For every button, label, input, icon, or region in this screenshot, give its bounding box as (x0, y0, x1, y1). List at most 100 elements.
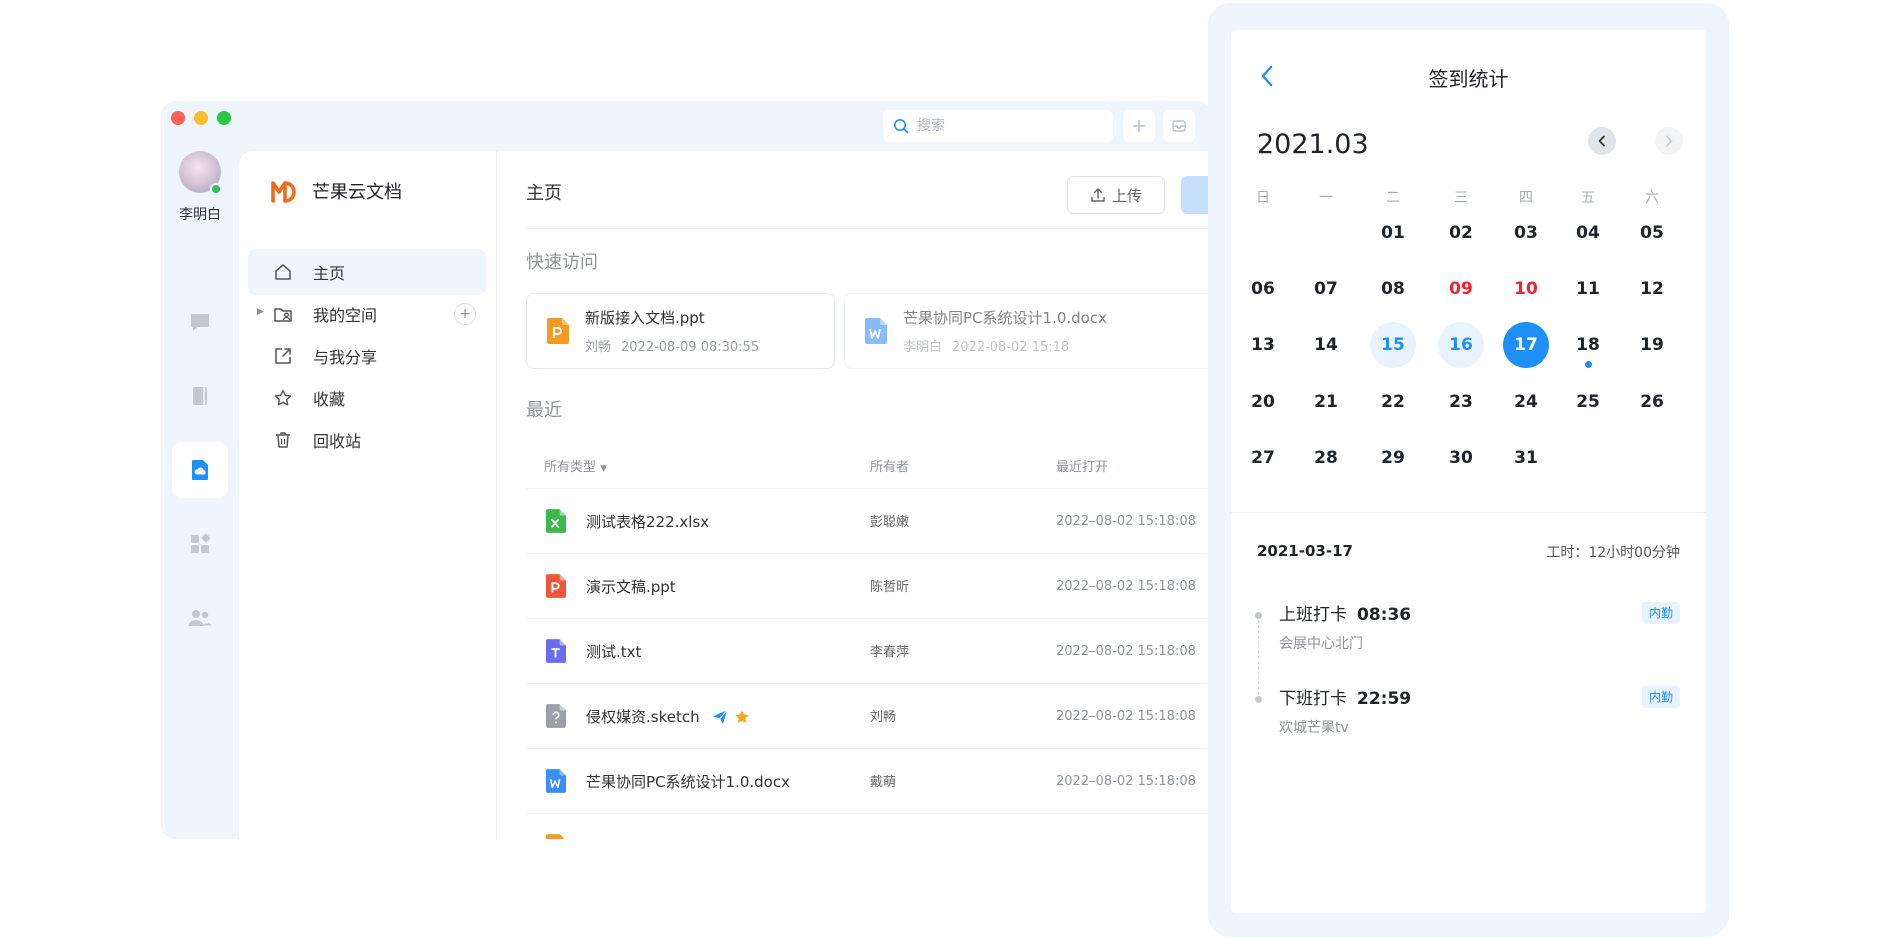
ppt-file-icon (546, 834, 565, 839)
weekday-label: 六 (1645, 190, 1659, 206)
expand-caret-icon[interactable]: ▶ (257, 307, 264, 317)
add-space-button[interactable]: + (454, 303, 476, 325)
calendar-day[interactable]: 02 (1438, 210, 1484, 256)
table-row[interactable]: 芒果协同PC系统设计1.0.docx 戴萌 2022–08-02 15:18:0… (526, 748, 1211, 813)
file-name: 测试表格222.xlsx (586, 513, 710, 531)
new-button[interactable] (1123, 110, 1155, 142)
prev-month-button[interactable] (1588, 127, 1616, 155)
calendar-day[interactable]: 29 (1370, 435, 1416, 481)
sidebar-item-trash[interactable]: 回收站 (248, 417, 486, 463)
calendar-day[interactable]: 06 (1240, 266, 1286, 312)
calendar-day[interactable]: 04 (1565, 210, 1611, 256)
calendar-day[interactable]: 09 (1438, 266, 1484, 312)
weekday-label: 三 (1454, 190, 1468, 206)
punch-tag-badge: 内勤 (1641, 602, 1680, 624)
calendar-day[interactable]: 12 (1629, 266, 1675, 312)
calendar-day[interactable]: 31 (1503, 435, 1549, 481)
calendar-day[interactable]: 11 (1565, 266, 1611, 312)
punch-location: 欢城芒果tv (1279, 720, 1349, 736)
trash-icon (276, 432, 290, 448)
checkin-panel: 签到统计 2021.03 2021-03-17 工时：12小时00分钟 上班打卡… (1208, 3, 1729, 937)
sidebar-item-favorites[interactable]: 收藏 (248, 375, 486, 421)
calendar-day[interactable]: 14 (1303, 322, 1349, 368)
rail-contacts-button[interactable] (179, 375, 221, 417)
search-box[interactable] (883, 110, 1113, 142)
calendar-day[interactable]: 07 (1303, 266, 1349, 312)
inbox-icon (1172, 120, 1186, 132)
maximize-window-button[interactable] (217, 111, 231, 125)
calendar-day[interactable]: 26 (1629, 379, 1675, 425)
calendar-day[interactable]: 28 (1303, 435, 1349, 481)
timeline-dot (1255, 696, 1262, 703)
table-row[interactable]: 测试.txt 李春萍 2022–08-02 15:18:08 (526, 618, 1211, 683)
sidebar-item-home[interactable]: 主页 (248, 249, 486, 295)
calendar-day[interactable]: 23 (1438, 379, 1484, 425)
punch-record: 下班打卡 22:59 (1279, 684, 1411, 709)
table-row[interactable]: 测试表格222.xlsx 彭聪嫩 2022–08-02 15:18:08 (526, 488, 1211, 553)
calendar-day[interactable]: 30 (1438, 435, 1484, 481)
quick-access-time: 2022-08-02 15:18 (952, 340, 1070, 355)
upload-icon (1091, 188, 1105, 202)
ppt-file-icon (547, 318, 569, 344)
file-owner: 陈哲昕 (870, 580, 910, 595)
next-month-button[interactable] (1655, 127, 1683, 155)
calendar-day[interactable]: 16 (1438, 322, 1484, 368)
search-input[interactable] (917, 118, 1097, 134)
excel-file-icon (546, 509, 566, 533)
punch-record: 上班打卡 08:36 (1279, 600, 1411, 625)
table-row[interactable]: 演示文稿.ppt 陈哲昕 2022–08-02 15:18:08 (526, 553, 1211, 618)
close-window-button[interactable] (171, 111, 185, 125)
divider (1231, 512, 1706, 513)
rail-messages-button[interactable] (179, 301, 221, 343)
punch-time: 08:36 (1357, 605, 1412, 625)
search-icon (894, 119, 909, 134)
calendar-day[interactable]: 22 (1370, 379, 1416, 425)
calendar-day[interactable]: 17 (1503, 322, 1549, 368)
checkin-card: 签到统计 2021.03 2021-03-17 工时：12小时00分钟 上班打卡… (1231, 30, 1706, 913)
content-area: 芒果云文档 主页 ▶ 我的空间 + 与我分享 收藏 回收站 主页 上传 快速访问… (239, 151, 1211, 839)
sidebar-item-shared[interactable]: 与我分享 (248, 333, 486, 379)
calendar-day[interactable]: 21 (1303, 379, 1349, 425)
file-name: 测试.txt (586, 643, 642, 661)
file-name: 侵权媒资.sketch (586, 706, 750, 727)
quick-access-card[interactable]: 新版接入文档.ppt 刘畅 2022-08-09 08:30:55 (526, 293, 835, 369)
calendar-day[interactable]: 05 (1629, 210, 1675, 256)
unknown-file-icon (546, 704, 566, 728)
calendar-day[interactable]: 24 (1503, 379, 1549, 425)
minimize-window-button[interactable] (194, 111, 208, 125)
calendar-day[interactable]: 25 (1565, 379, 1611, 425)
table-row-partial[interactable] (526, 813, 1211, 839)
sidebar-item-my-space[interactable]: ▶ 我的空间 + (248, 291, 486, 337)
calendar-day[interactable]: 03 (1503, 210, 1549, 256)
inbox-button[interactable] (1163, 110, 1195, 142)
calendar-day[interactable]: 01 (1370, 210, 1416, 256)
file-owner: 戴萌 (870, 775, 897, 790)
rail-cloud-docs-button[interactable] (172, 442, 228, 498)
calendar-day[interactable]: 27 (1240, 435, 1286, 481)
calendar-day[interactable]: 15 (1370, 322, 1416, 368)
calendar-day[interactable]: 13 (1240, 322, 1286, 368)
quick-access-file-name: 芒果协同PC系统设计1.0.docx (903, 309, 1107, 327)
word-file-icon (865, 318, 887, 344)
upload-button[interactable]: 上传 (1067, 176, 1165, 214)
app-window: 李明白 (161, 101, 1211, 839)
calendar-day[interactable]: 08 (1370, 266, 1416, 312)
calendar-day[interactable]: 10 (1503, 266, 1549, 312)
calendar-event-dot (1585, 361, 1592, 368)
calendar-day[interactable]: 19 (1629, 322, 1675, 368)
doc-sidebar: 芒果云文档 主页 ▶ 我的空间 + 与我分享 收藏 回收站 (239, 151, 497, 839)
rail-apps-button[interactable] (179, 523, 221, 565)
calendar-day[interactable]: 20 (1240, 379, 1286, 425)
table-row[interactable]: 侵权媒资.sketch 刘畅 2022–08-02 15:18:08 (526, 683, 1211, 748)
calendar-month: 2021.03 (1257, 129, 1369, 160)
file-owner: 彭聪嫩 (870, 515, 910, 530)
mango-logo-icon (271, 181, 296, 203)
quick-access-card[interactable]: 芒果协同PC系统设计1.0.docx 李明白 2022-08-02 15:18 (844, 293, 1211, 369)
primary-action-button[interactable] (1181, 176, 1211, 214)
weekday-label: 一 (1319, 190, 1333, 206)
file-name: 芒果协同PC系统设计1.0.docx (586, 773, 790, 791)
punch-label: 下班打卡 (1279, 689, 1347, 709)
column-type-filter[interactable]: 所有类型 ▼ (544, 456, 607, 475)
rail-team-button[interactable] (179, 597, 221, 639)
quick-access-file-name: 新版接入文档.ppt (585, 309, 705, 327)
